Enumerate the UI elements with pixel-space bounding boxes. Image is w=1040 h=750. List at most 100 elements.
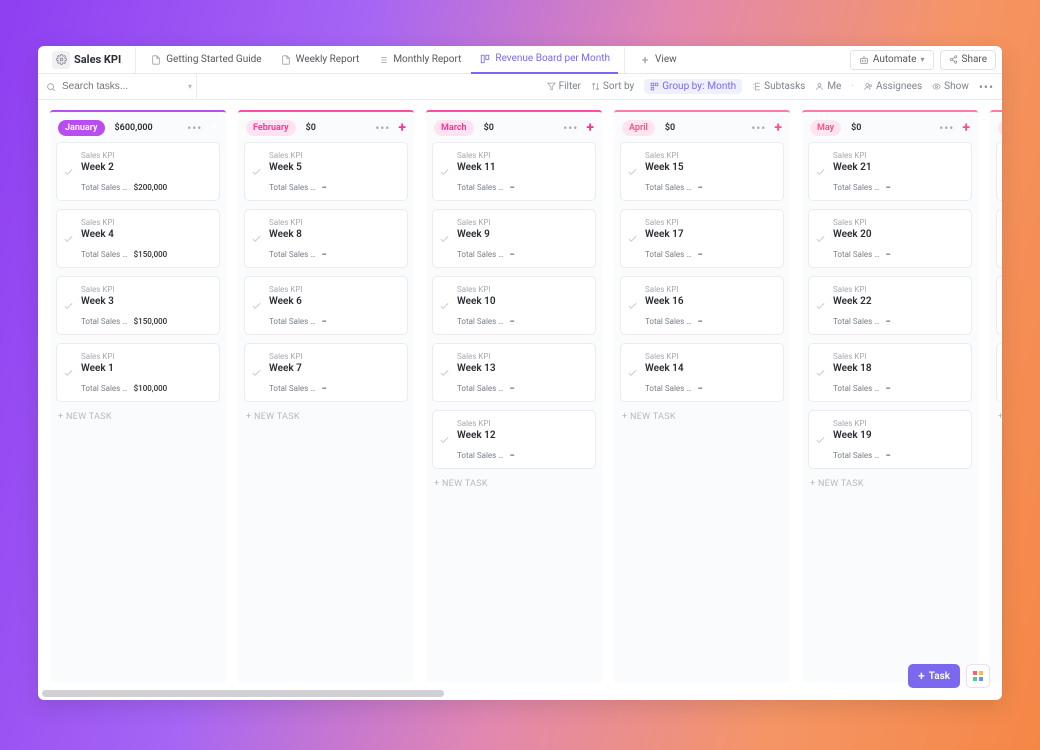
column-more-button[interactable]: •••: [939, 121, 954, 135]
task-card[interactable]: Sales KPI Week 14 Total Sales … –: [620, 343, 784, 402]
check-icon[interactable]: [63, 166, 74, 177]
check-icon[interactable]: [815, 233, 826, 244]
task-card[interactable]: Sales KPI Week 21 Total Sales … –: [808, 142, 972, 201]
workspace-title[interactable]: Sales KPI: [44, 47, 129, 73]
new-task-button[interactable]: + NEW TASK: [990, 402, 1002, 432]
column-more-button[interactable]: •••: [563, 121, 578, 135]
task-card[interactable]: Sales KPI Week 3 Total Sales … $150,000: [56, 276, 220, 335]
check-icon[interactable]: [439, 367, 450, 378]
task-card[interactable]: Sales KPI Week 1 Total Sales … $100,000: [56, 343, 220, 402]
check-icon[interactable]: [63, 300, 74, 311]
check-icon[interactable]: [627, 233, 638, 244]
task-card[interactable]: Sales KPI Week 6 Total Sales … –: [244, 276, 408, 335]
card-title: Week 14: [645, 363, 775, 374]
task-card[interactable]: Sales KPI Week 8 Total Sales … –: [244, 209, 408, 268]
check-icon[interactable]: [627, 300, 638, 311]
column-add-button[interactable]: +: [398, 120, 406, 136]
column-add-button[interactable]: +: [586, 120, 594, 136]
tab-monthly-report[interactable]: Monthly Report: [369, 47, 469, 73]
card-field-value: –: [322, 183, 327, 192]
column-more-button[interactable]: •••: [187, 121, 202, 135]
check-icon[interactable]: [439, 434, 450, 445]
group-by-button[interactable]: Group by: Month: [644, 79, 742, 94]
task-card[interactable]: Sales KPI Week 23 Total Sales … –: [996, 276, 1002, 335]
check-icon[interactable]: [815, 434, 826, 445]
board-scroll-area[interactable]: January $600,000 ••• + Sales KPI Week 2 …: [38, 100, 1002, 700]
check-icon[interactable]: [815, 300, 826, 311]
chevron-down-icon[interactable]: ▾: [188, 82, 192, 91]
task-card[interactable]: Sales KPI Week 16 Total Sales … –: [620, 276, 784, 335]
task-card[interactable]: Sales KPI Week 17 Total Sales … –: [620, 209, 784, 268]
task-card[interactable]: Sales KPI Week 26 Total Sales … –: [996, 343, 1002, 402]
task-card[interactable]: Sales KPI Week 12 Total Sales … –: [432, 410, 596, 469]
check-icon[interactable]: [627, 166, 638, 177]
new-task-button[interactable]: + NEW TASK: [50, 402, 226, 432]
check-icon[interactable]: [439, 166, 450, 177]
task-card[interactable]: Sales KPI Week 9 Total Sales … –: [432, 209, 596, 268]
column-more-button[interactable]: •••: [751, 121, 766, 135]
column-name-badge[interactable]: May: [810, 120, 841, 136]
column-more-button[interactable]: •••: [375, 121, 390, 135]
subtasks-button[interactable]: Subtasks: [752, 81, 805, 92]
show-button[interactable]: Show: [932, 81, 969, 92]
create-task-button[interactable]: + Task: [908, 664, 960, 688]
card-field-label: Total Sales …: [833, 183, 880, 192]
task-card[interactable]: Sales KPI Week 11 Total Sales … –: [432, 142, 596, 201]
new-task-button[interactable]: + NEW TASK: [426, 469, 602, 499]
column-add-button[interactable]: +: [210, 120, 218, 136]
check-icon[interactable]: [251, 166, 262, 177]
search-input[interactable]: [62, 81, 180, 92]
task-card[interactable]: Sales KPI Week 5 Total Sales … –: [244, 142, 408, 201]
task-card[interactable]: Sales KPI Week 19 Total Sales … –: [808, 410, 972, 469]
doc-icon: [280, 54, 292, 66]
task-card[interactable]: Sales KPI Week 4 Total Sales … $150,000: [56, 209, 220, 268]
task-card[interactable]: Sales KPI Week 10 Total Sales … –: [432, 276, 596, 335]
column-name-badge[interactable]: January: [58, 120, 105, 136]
card-field-row: Total Sales … –: [833, 317, 963, 326]
check-icon[interactable]: [627, 367, 638, 378]
check-icon[interactable]: [251, 367, 262, 378]
assignees-button[interactable]: Assignees: [864, 81, 922, 92]
check-icon[interactable]: [63, 367, 74, 378]
sort-button[interactable]: Sort by: [591, 81, 634, 92]
column-name-badge[interactable]: February: [246, 120, 296, 136]
task-card[interactable]: Sales KPI Week 24 Total Sales … –: [996, 209, 1002, 268]
check-icon[interactable]: [815, 367, 826, 378]
toolbar-more-button[interactable]: •••: [979, 80, 994, 94]
new-task-button[interactable]: + NEW TASK: [238, 402, 414, 432]
filter-button[interactable]: Filter: [547, 81, 581, 92]
column-name-badge[interactable]: June: [998, 120, 1002, 136]
task-card[interactable]: Sales KPI Week 15 Total Sales … –: [620, 142, 784, 201]
automate-button[interactable]: Automate ▾: [850, 50, 934, 70]
card-field-row: Total Sales … –: [269, 183, 399, 192]
tab-revenue-board[interactable]: Revenue Board per Month: [471, 46, 618, 74]
apps-grid-button[interactable]: [966, 664, 990, 688]
me-button[interactable]: Me: [815, 81, 841, 92]
share-button[interactable]: Share: [940, 50, 996, 70]
horizontal-scrollbar-thumb[interactable]: [42, 690, 444, 697]
task-card[interactable]: Sales KPI Week 18 Total Sales … –: [808, 343, 972, 402]
tab-weekly-report[interactable]: Weekly Report: [272, 47, 368, 73]
task-card[interactable]: Sales KPI Week 7 Total Sales … –: [244, 343, 408, 402]
column-name-badge[interactable]: March: [434, 120, 474, 136]
check-icon[interactable]: [439, 233, 450, 244]
check-icon[interactable]: [439, 300, 450, 311]
column-add-button[interactable]: +: [774, 120, 782, 136]
card-field-row: Total Sales … $100,000: [81, 384, 211, 393]
check-icon[interactable]: [63, 233, 74, 244]
search-wrap[interactable]: ▾: [46, 81, 192, 92]
check-icon[interactable]: [251, 300, 262, 311]
tab-getting-started[interactable]: Getting Started Guide: [142, 47, 269, 73]
new-task-button[interactable]: + NEW TASK: [614, 402, 790, 432]
add-view-button[interactable]: + View: [631, 47, 685, 73]
task-card[interactable]: Sales KPI Week 2 Total Sales … $200,000: [56, 142, 220, 201]
task-card[interactable]: Sales KPI Week 13 Total Sales … –: [432, 343, 596, 402]
task-card[interactable]: Sales KPI Week 20 Total Sales … –: [808, 209, 972, 268]
task-card[interactable]: Sales KPI Week 22 Total Sales … –: [808, 276, 972, 335]
new-task-button[interactable]: + NEW TASK: [802, 469, 978, 499]
column-name-badge[interactable]: April: [622, 120, 655, 136]
check-icon[interactable]: [251, 233, 262, 244]
column-add-button[interactable]: +: [962, 120, 970, 136]
check-icon[interactable]: [815, 166, 826, 177]
task-card[interactable]: Sales KPI Week 25 Total Sales … –: [996, 142, 1002, 201]
